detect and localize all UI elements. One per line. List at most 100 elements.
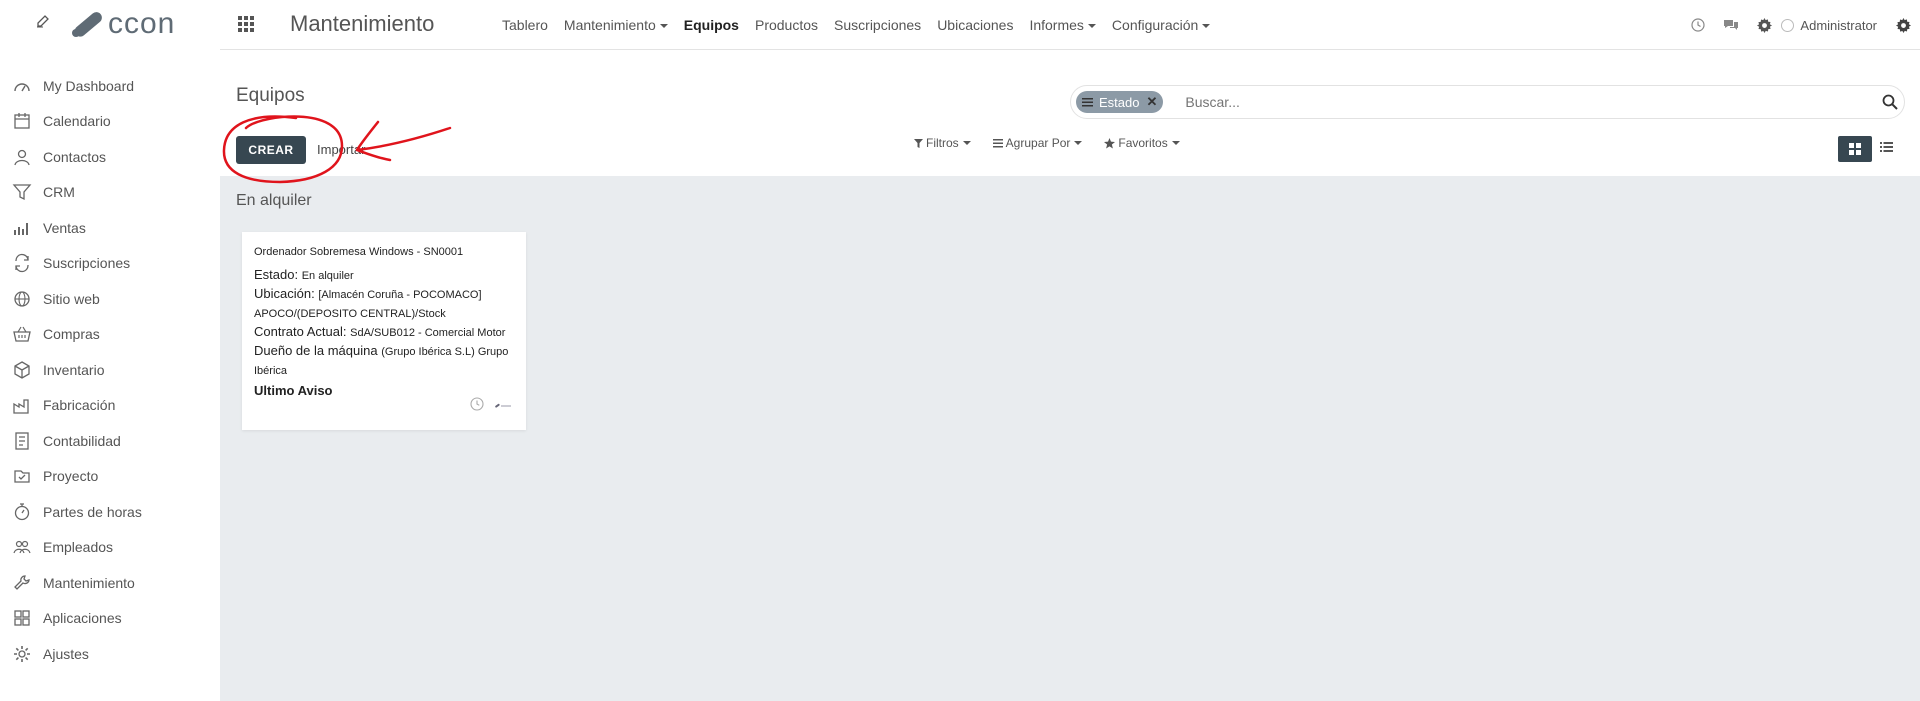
favorites-label: Favoritos (1118, 136, 1168, 150)
sidebar-item-label: Inventario (43, 361, 105, 378)
sidebar-item-mantenimiento[interactable]: Mantenimiento (0, 565, 220, 601)
dashboard-icon (14, 83, 30, 92)
kanban-grid-icon (1849, 143, 1861, 155)
settings-gear-icon[interactable] (1757, 17, 1773, 33)
sidebar-item-label: Aplicaciones (43, 610, 122, 627)
project-icon (14, 470, 30, 483)
kanban-card[interactable]: Ordenador Sobremesa Windows - SN0001 Est… (242, 232, 526, 430)
factory-icon (13, 399, 29, 414)
sidebar-item-label: Mantenimiento (43, 574, 135, 591)
search-input[interactable] (1185, 94, 1866, 110)
edit-icon[interactable] (36, 14, 50, 31)
menu-item-equipos[interactable]: Equipos (684, 17, 739, 33)
sidebar-item-label: Contabilidad (43, 432, 121, 449)
card-dueno: Dueño de la máquina (Grupo Ibérica S.L) … (254, 342, 514, 380)
sidebar-item-partes-de-horas[interactable]: Partes de horas (0, 494, 220, 530)
sidebar-item-empleados[interactable]: Empleados (0, 530, 220, 566)
groupby-dropdown[interactable]: Agrupar Por (992, 136, 1083, 150)
equipment-name: Ordenador Sobremesa Windows - SN0001 (254, 246, 464, 258)
estado-value: En alquiler (301, 270, 354, 282)
sidebar-item-suscripciones[interactable]: Suscripciones (0, 246, 220, 282)
ubicacion-label: Ubicación: (254, 286, 315, 301)
create-button[interactable]: CREAR (236, 136, 306, 164)
menu-item-tablero[interactable]: Tablero (502, 17, 548, 33)
sidebar-item-label: Compras (43, 326, 100, 343)
employees-icon (13, 541, 31, 554)
main-menu: Tablero Mantenimiento Equipos Productos Susc… (502, 0, 1226, 50)
chevron-down-icon (659, 24, 668, 29)
user-menu[interactable]: Administrator (1781, 18, 1877, 33)
sidebar-item-compras[interactable]: Compras (0, 317, 220, 353)
search-icon[interactable] (1882, 94, 1898, 115)
menu-item-configuración[interactable]: Configuración (1111, 17, 1211, 33)
sales-chart-icon (14, 222, 28, 235)
apps-menu-icon[interactable] (238, 16, 254, 37)
sidebar-item-contactos[interactable]: Contactos (0, 139, 220, 175)
calendar-icon (14, 113, 30, 129)
sidebar-item-label: Calendario (43, 113, 111, 130)
menu-item-label: Tablero (502, 17, 548, 33)
import-button[interactable]: Importar (317, 142, 365, 157)
card-footer (470, 397, 512, 416)
menu-item-label: Ubicaciones (937, 17, 1014, 33)
menu-item-productos[interactable]: Productos (755, 17, 818, 33)
kanban-view-button[interactable] (1838, 136, 1872, 162)
sidebar-item-proyecto[interactable]: Proyecto (0, 459, 220, 495)
basket-icon (13, 326, 31, 342)
debug-gear-icon[interactable] (1896, 17, 1911, 33)
chevron-down-icon (1202, 24, 1211, 29)
top-navbar: Mantenimiento Tablero Mantenimiento Equipo… (220, 0, 1920, 50)
menu-item-mantenimiento[interactable]: Mantenimiento (564, 17, 668, 33)
menu-item-label: Configuración (1111, 17, 1199, 33)
sidebar-item-label: Suscripciones (43, 255, 131, 272)
menu-item-informes[interactable]: Informes (1029, 17, 1096, 33)
funnel-icon (914, 138, 923, 148)
contrato-value: SdA/SUB012 - Comercial Motor (350, 327, 506, 339)
sidebar-item-label: Sitio web (43, 290, 100, 307)
dueno-label: Dueño de la máquina (254, 343, 378, 358)
menu-item-ubicaciones[interactable]: Ubicaciones (937, 17, 1013, 33)
control-panel: Equipos CREAR Importar Estado ✕ Filtros … (220, 50, 1920, 176)
sidebar-item-contabilidad[interactable]: Contabilidad (0, 423, 220, 459)
list-icon (1880, 142, 1893, 152)
favorites-dropdown[interactable]: Favoritos (1104, 136, 1180, 150)
menu-item-label: Productos (754, 17, 819, 33)
sidebar-item-sitio-web[interactable]: Sitio web (0, 281, 220, 317)
sidebar-item-ajustes[interactable]: Ajustes (0, 636, 220, 672)
sidebar: ccon My Dashboard Calendario Contactos CRM V… (0, 0, 220, 701)
chevron-down-icon (1087, 24, 1096, 29)
search-bar: Estado ✕ (1070, 85, 1905, 119)
sidebar-item-ventas[interactable]: Ventas (0, 210, 220, 246)
star-icon (1104, 137, 1116, 149)
navbar-systray: Administrator (1682, 0, 1920, 50)
owner-logo-icon (494, 402, 512, 412)
sidebar-item-inventario[interactable]: Inventario (0, 352, 220, 388)
groupby-label: Agrupar Por (1005, 136, 1071, 150)
menu-item-suscripciones[interactable]: Suscripciones (834, 17, 921, 33)
sidebar-item-label: Proyecto (43, 468, 99, 485)
activity-clock-icon[interactable] (470, 397, 484, 416)
chat-icon[interactable] (1723, 18, 1739, 32)
search-facet: Estado ✕ (1076, 91, 1164, 113)
apps-grid-icon (14, 610, 30, 626)
contrato-label: Contrato Actual: (254, 324, 347, 339)
activity-clock-icon[interactable] (1691, 18, 1706, 32)
remove-facet-icon[interactable]: ✕ (1146, 94, 1157, 110)
filters-dropdown[interactable]: Filtros (914, 136, 971, 150)
card-contrato: Contrato Actual: SdA/SUB012 - Comercial … (254, 323, 514, 342)
box-icon (14, 361, 30, 379)
sidebar-item-fabricación[interactable]: Fabricación (0, 388, 220, 424)
sidebar-item-aplicaciones[interactable]: Aplicaciones (0, 601, 220, 637)
list-view-button[interactable] (1880, 140, 1893, 158)
sidebar-item-my-dashboard[interactable]: My Dashboard (0, 68, 220, 104)
card-ubicacion: Ubicación: [Almacén Coruña - POCOMACO] A… (254, 285, 514, 323)
sidebar-item-crm[interactable]: CRM (0, 175, 220, 211)
wrench-icon (14, 575, 30, 590)
sidebar-item-label: Partes de horas (43, 503, 142, 520)
list-lines-icon (992, 138, 1003, 147)
subscriptions-icon (15, 254, 29, 273)
sidebar-item-label: My Dashboard (43, 77, 135, 94)
menu-item-label: Mantenimiento (563, 17, 656, 33)
accounting-icon (15, 432, 29, 450)
sidebar-item-calendario[interactable]: Calendario (0, 104, 220, 140)
